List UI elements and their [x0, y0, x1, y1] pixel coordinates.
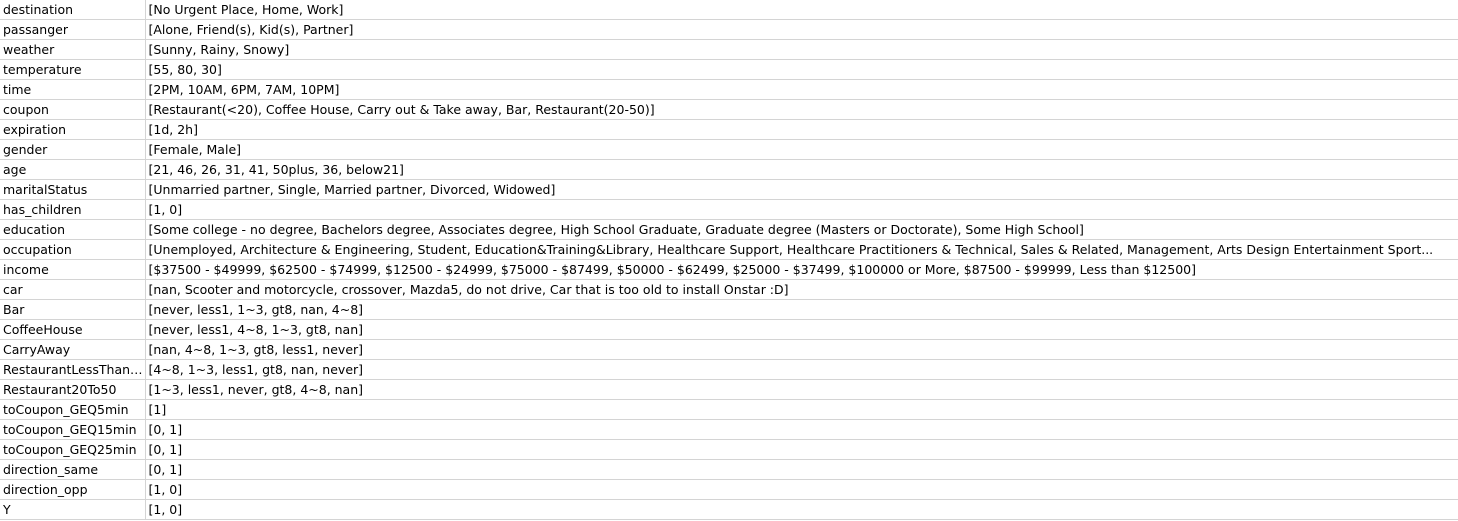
- cell-key[interactable]: CarryAway: [0, 339, 146, 360]
- cell-value[interactable]: [Unemployed, Architecture & Engineering,…: [145, 239, 1458, 260]
- table-row: education [Some college - no degree, Bach…: [0, 219, 1458, 240]
- cell-key[interactable]: Y: [0, 499, 146, 520]
- table-row: income [$37500 - $49999, $62500 - $74999,…: [0, 259, 1458, 280]
- cell-key[interactable]: expiration: [0, 119, 146, 140]
- table-row: temperature [55, 80, 30]: [0, 59, 1458, 80]
- cell-key[interactable]: toCoupon_GEQ25min: [0, 439, 146, 460]
- table-row: expiration [1d, 2h]: [0, 119, 1458, 140]
- cell-key[interactable]: passanger: [0, 19, 146, 40]
- cell-key[interactable]: destination: [0, 0, 146, 20]
- cell-key[interactable]: income: [0, 259, 146, 280]
- cell-key[interactable]: weather: [0, 39, 146, 60]
- cell-value[interactable]: [0, 1]: [145, 439, 1458, 460]
- table-row: direction_opp [1, 0]: [0, 479, 1458, 500]
- cell-value[interactable]: [1, 0]: [145, 199, 1458, 220]
- cell-value[interactable]: [never, less1, 4~8, 1~3, gt8, nan]: [145, 319, 1458, 340]
- cell-value[interactable]: [No Urgent Place, Home, Work]: [145, 0, 1458, 20]
- spreadsheet-grid: destination [No Urgent Place, Home, Work]…: [0, 0, 1458, 521]
- cell-value[interactable]: [Sunny, Rainy, Snowy]: [145, 39, 1458, 60]
- table-row: has_children [1, 0]: [0, 199, 1458, 220]
- cell-value[interactable]: [1]: [145, 399, 1458, 420]
- cell-value[interactable]: [1~3, less1, never, gt8, 4~8, nan]: [145, 379, 1458, 400]
- table-row: direction_same [0, 1]: [0, 459, 1458, 480]
- cell-value[interactable]: [$37500 - $49999, $62500 - $74999, $1250…: [145, 259, 1458, 280]
- cell-key[interactable]: has_children: [0, 199, 146, 220]
- cell-value[interactable]: [1, 0]: [145, 479, 1458, 500]
- table-row: Y [1, 0]: [0, 499, 1458, 520]
- cell-key[interactable]: direction_opp: [0, 479, 146, 500]
- cell-key[interactable]: time: [0, 79, 146, 100]
- table-row: destination [No Urgent Place, Home, Work]: [0, 0, 1458, 20]
- cell-value[interactable]: [0, 1]: [145, 459, 1458, 480]
- cell-key[interactable]: car: [0, 279, 146, 300]
- table-row: Restaurant20To50 [1~3, less1, never, gt8,…: [0, 379, 1458, 400]
- cell-value[interactable]: [21, 46, 26, 31, 41, 50plus, 36, below21…: [145, 159, 1458, 180]
- cell-key[interactable]: toCoupon_GEQ5min: [0, 399, 146, 420]
- cell-value[interactable]: [Female, Male]: [145, 139, 1458, 160]
- cell-key[interactable]: Bar: [0, 299, 146, 320]
- table-row: Bar [never, less1, 1~3, gt8, nan, 4~8]: [0, 299, 1458, 320]
- cell-key[interactable]: gender: [0, 139, 146, 160]
- cell-value[interactable]: [nan, Scooter and motorcycle, crossover,…: [145, 279, 1458, 300]
- cell-value[interactable]: [Restaurant(<20), Coffee House, Carry ou…: [145, 99, 1458, 120]
- table-row: car [nan, Scooter and motorcycle, crossov…: [0, 279, 1458, 300]
- cell-value[interactable]: [2PM, 10AM, 6PM, 7AM, 10PM]: [145, 79, 1458, 100]
- table-row: CoffeeHouse [never, less1, 4~8, 1~3, gt8,…: [0, 319, 1458, 340]
- table-row: passanger [Alone, Friend(s), Kid(s), Part…: [0, 19, 1458, 40]
- table-row: coupon [Restaurant(<20), Coffee House, Ca…: [0, 99, 1458, 120]
- cell-key[interactable]: temperature: [0, 59, 146, 80]
- table-row: occupation [Unemployed, Architecture & En…: [0, 239, 1458, 260]
- cell-value[interactable]: [4~8, 1~3, less1, gt8, nan, never]: [145, 359, 1458, 380]
- cell-value[interactable]: [0, 1]: [145, 419, 1458, 440]
- cell-key[interactable]: occupation: [0, 239, 146, 260]
- cell-key[interactable]: coupon: [0, 99, 146, 120]
- table-row: maritalStatus [Unmarried partner, Single,…: [0, 179, 1458, 200]
- cell-key[interactable]: age: [0, 159, 146, 180]
- cell-key[interactable]: direction_same: [0, 459, 146, 480]
- table-row: gender [Female, Male]: [0, 139, 1458, 160]
- table-body: destination [No Urgent Place, Home, Work]…: [0, 0, 1458, 520]
- cell-key[interactable]: RestaurantLessThan20: [0, 359, 146, 380]
- table-row: CarryAway [nan, 4~8, 1~3, gt8, less1, nev…: [0, 339, 1458, 360]
- cell-key[interactable]: Restaurant20To50: [0, 379, 146, 400]
- table-row: time [2PM, 10AM, 6PM, 7AM, 10PM]: [0, 79, 1458, 100]
- cell-key[interactable]: maritalStatus: [0, 179, 146, 200]
- cell-value[interactable]: [Alone, Friend(s), Kid(s), Partner]: [145, 19, 1458, 40]
- cell-key[interactable]: toCoupon_GEQ15min: [0, 419, 146, 440]
- table-row: age [21, 46, 26, 31, 41, 50plus, 36, belo…: [0, 159, 1458, 180]
- table-row: toCoupon_GEQ15min [0, 1]: [0, 419, 1458, 440]
- table-row: toCoupon_GEQ25min [0, 1]: [0, 439, 1458, 460]
- table-row: RestaurantLessThan20 [4~8, 1~3, less1, gt…: [0, 359, 1458, 380]
- cell-value[interactable]: [never, less1, 1~3, gt8, nan, 4~8]: [145, 299, 1458, 320]
- cell-value[interactable]: [Unmarried partner, Single, Married part…: [145, 179, 1458, 200]
- cell-value[interactable]: [1, 0]: [145, 499, 1458, 520]
- cell-value[interactable]: [55, 80, 30]: [145, 59, 1458, 80]
- cell-key[interactable]: education: [0, 219, 146, 240]
- table-row: weather [Sunny, Rainy, Snowy]: [0, 39, 1458, 60]
- cell-key[interactable]: CoffeeHouse: [0, 319, 146, 340]
- cell-value[interactable]: [nan, 4~8, 1~3, gt8, less1, never]: [145, 339, 1458, 360]
- data-table: destination [No Urgent Place, Home, Work]…: [0, 0, 1458, 520]
- cell-value[interactable]: [1d, 2h]: [145, 119, 1458, 140]
- cell-value[interactable]: [Some college - no degree, Bachelors deg…: [145, 219, 1458, 240]
- table-row: toCoupon_GEQ5min [1]: [0, 399, 1458, 420]
